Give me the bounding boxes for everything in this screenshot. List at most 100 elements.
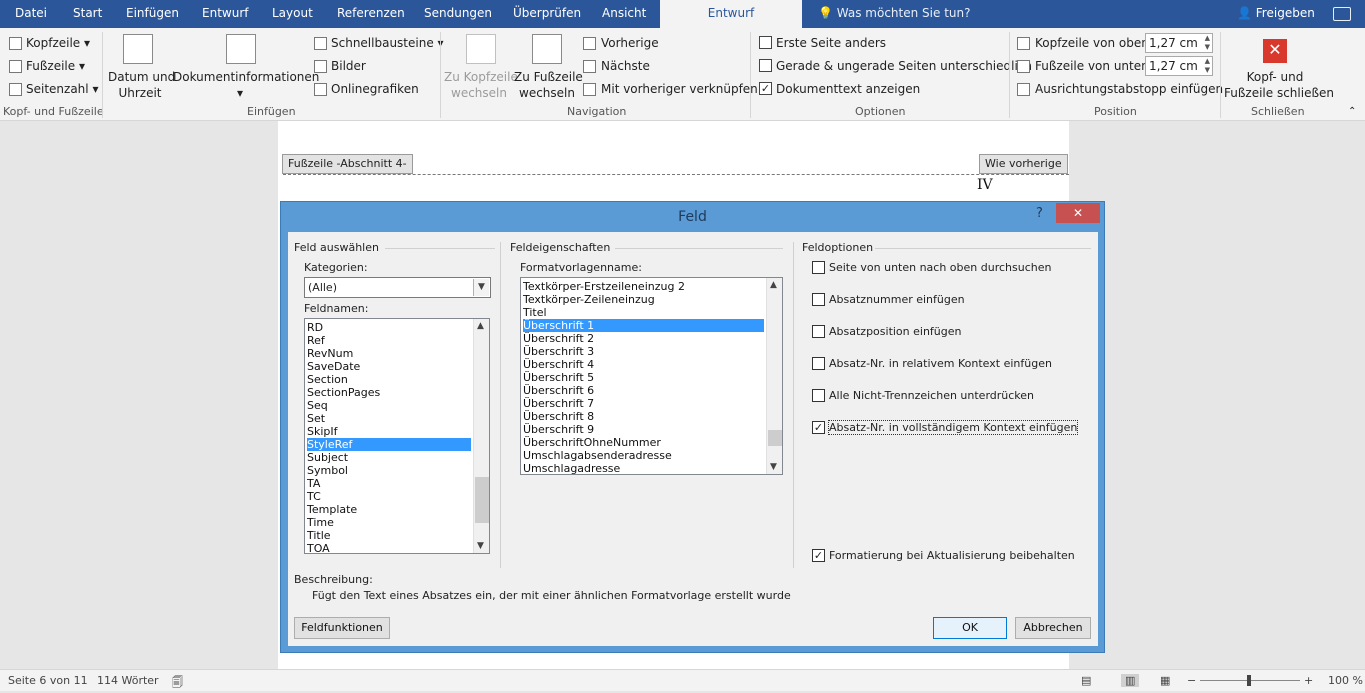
naechste-button[interactable]: Nächste bbox=[601, 58, 650, 74]
tab-datei[interactable]: Datei bbox=[15, 0, 47, 28]
list-item[interactable]: Überschrift 8 bbox=[523, 410, 764, 423]
word-count[interactable]: 114 Wörter bbox=[97, 674, 159, 687]
list-item[interactable]: Überschrift 5 bbox=[523, 371, 764, 384]
fusszeile-button[interactable]: Fußzeile ▾ bbox=[26, 58, 85, 74]
dokumentinformationen-button[interactable]: Dokumentinformationen ▾ bbox=[173, 69, 319, 101]
feldoption-checkbox[interactable] bbox=[812, 293, 825, 306]
list-item[interactable]: ÜberschriftOhneNummer bbox=[523, 436, 764, 449]
list-item[interactable]: Set bbox=[307, 412, 471, 425]
onlinegrafiken-button[interactable]: Onlinegrafiken bbox=[331, 81, 419, 97]
spin-arrows-icon[interactable]: ▲ ▼ bbox=[1205, 57, 1210, 75]
gerade-ungerade-checkbox[interactable] bbox=[759, 59, 772, 72]
tab-entwurf[interactable]: Entwurf bbox=[202, 0, 248, 28]
kopf-fusszeile-schliessen-button[interactable]: Kopf- und Fußzeile schließen bbox=[1224, 69, 1334, 101]
feldoption-checkbox[interactable] bbox=[812, 261, 825, 274]
fusszeile-von-unten-input[interactable]: 1,27 cm ▲ ▼ bbox=[1145, 56, 1213, 76]
zoom-slider-thumb[interactable] bbox=[1247, 675, 1251, 686]
comments-icon[interactable] bbox=[1333, 7, 1351, 21]
feldnamen-scrollbar[interactable]: ▲ ▼ bbox=[473, 319, 489, 553]
zoom-in-icon[interactable]: + bbox=[1304, 674, 1313, 687]
schnellbausteine-button[interactable]: Schnellbausteine ▾ bbox=[331, 35, 444, 51]
list-item[interactable]: Section bbox=[307, 373, 471, 386]
footer-page-number[interactable]: IV bbox=[977, 177, 993, 193]
list-item[interactable]: Time bbox=[307, 516, 471, 529]
collapse-ribbon-icon[interactable]: ⌃ bbox=[1348, 104, 1356, 120]
help-icon[interactable]: ? bbox=[1036, 206, 1043, 221]
list-item[interactable]: Überschrift 1 bbox=[523, 319, 764, 332]
list-item[interactable]: TA bbox=[307, 477, 471, 490]
list-item[interactable]: Title bbox=[307, 529, 471, 542]
feldfunktionen-button[interactable]: Feldfunktionen bbox=[294, 617, 390, 639]
chevron-down-icon[interactable]: ▼ bbox=[473, 279, 489, 296]
list-item[interactable]: SkipIf bbox=[307, 425, 471, 438]
formatvorlagen-scrollbar[interactable]: ▲ ▼ bbox=[766, 278, 782, 474]
tab-entwurf-kopffusszeile[interactable]: Entwurf bbox=[660, 0, 802, 28]
scroll-down-icon[interactable]: ▼ bbox=[770, 462, 777, 472]
abbrechen-button[interactable]: Abbrechen bbox=[1015, 617, 1091, 639]
proofing-icon[interactable]: 🗐 bbox=[172, 674, 183, 693]
page-count[interactable]: Seite 6 von 11 bbox=[8, 674, 88, 687]
formatierung-beibehalten-checkbox[interactable]: ✓ bbox=[812, 549, 825, 562]
mit-vorheriger-verknuepfen-button[interactable]: Mit vorheriger verknüpfen bbox=[601, 81, 758, 97]
list-item[interactable]: Überschrift 2 bbox=[523, 332, 764, 345]
scroll-up-icon[interactable]: ▲ bbox=[477, 321, 484, 331]
seitenzahl-button[interactable]: Seitenzahl ▾ bbox=[26, 81, 98, 97]
tab-start[interactable]: Start bbox=[73, 0, 102, 28]
vorherige-button[interactable]: Vorherige bbox=[601, 35, 659, 51]
kopfzeile-button[interactable]: Kopfzeile ▾ bbox=[26, 35, 90, 51]
erste-seite-anders-checkbox[interactable] bbox=[759, 36, 772, 49]
list-item[interactable]: RevNum bbox=[307, 347, 471, 360]
tab-ueberpruefen[interactable]: Überprüfen bbox=[513, 0, 581, 28]
list-item[interactable]: Symbol bbox=[307, 464, 471, 477]
dokumenttext-anzeigen-checkbox[interactable]: ✓ bbox=[759, 82, 772, 95]
read-mode-icon[interactable]: ▤ bbox=[1081, 674, 1091, 687]
list-item[interactable]: TC bbox=[307, 490, 471, 503]
spin-arrows-icon[interactable]: ▲ ▼ bbox=[1205, 34, 1210, 52]
list-item[interactable]: Überschrift 3 bbox=[523, 345, 764, 358]
scrollbar-thumb[interactable] bbox=[475, 477, 489, 523]
tell-me-search[interactable]: 💡 Was möchten Sie tun? bbox=[818, 0, 970, 28]
ausrichtungstabstopp-button[interactable]: Ausrichtungstabstopp einfügen bbox=[1035, 81, 1223, 97]
feldoption-checkbox[interactable] bbox=[812, 389, 825, 402]
scroll-down-icon[interactable]: ▼ bbox=[477, 541, 484, 551]
kategorien-select[interactable]: (Alle) ▼ bbox=[304, 277, 491, 298]
list-item[interactable]: Subject bbox=[307, 451, 471, 464]
tab-layout[interactable]: Layout bbox=[272, 0, 313, 28]
list-item[interactable]: Überschrift 6 bbox=[523, 384, 764, 397]
scrollbar-thumb[interactable] bbox=[768, 430, 782, 446]
list-item[interactable]: RD bbox=[307, 321, 471, 334]
web-layout-icon[interactable]: ▦ bbox=[1160, 674, 1170, 687]
list-item[interactable]: SectionPages bbox=[307, 386, 471, 399]
bilder-button[interactable]: Bilder bbox=[331, 58, 366, 74]
list-item[interactable]: Textkörper-Zeileneinzug bbox=[523, 293, 764, 306]
share-button[interactable]: 👤 Freigeben bbox=[1237, 0, 1315, 28]
feldoption-checkbox[interactable]: ✓ bbox=[812, 421, 825, 434]
tab-sendungen[interactable]: Sendungen bbox=[424, 0, 492, 28]
zu-kopfzeile-button[interactable]: Zu Kopfzeile wechseln bbox=[444, 69, 518, 101]
tab-referenzen[interactable]: Referenzen bbox=[337, 0, 405, 28]
feldoption-checkbox[interactable] bbox=[812, 325, 825, 338]
zoom-out-icon[interactable]: − bbox=[1187, 674, 1196, 687]
list-item[interactable]: Überschrift 4 bbox=[523, 358, 764, 371]
formatvorlagen-list[interactable]: ▲ ▼ Textkörper-Erstzeileneinzug 2 Textkörp… bbox=[520, 277, 783, 475]
ok-button[interactable]: OK bbox=[933, 617, 1007, 639]
list-item[interactable]: Seq bbox=[307, 399, 471, 412]
tab-ansicht[interactable]: Ansicht bbox=[602, 0, 646, 28]
scroll-up-icon[interactable]: ▲ bbox=[770, 280, 777, 290]
tab-einfuegen[interactable]: Einfügen bbox=[126, 0, 179, 28]
list-item[interactable]: Ref bbox=[307, 334, 471, 347]
list-item[interactable]: Überschrift 7 bbox=[523, 397, 764, 410]
list-item[interactable]: Überschrift 9 bbox=[523, 423, 764, 436]
dialog-close-button[interactable]: ✕ bbox=[1056, 203, 1100, 223]
kopfzeile-von-oben-input[interactable]: 1,27 cm ▲ ▼ bbox=[1145, 33, 1213, 53]
list-item[interactable]: Template bbox=[307, 503, 471, 516]
list-item[interactable]: SaveDate bbox=[307, 360, 471, 373]
list-item[interactable]: StyleRef bbox=[307, 438, 471, 451]
list-item[interactable]: TOA bbox=[307, 542, 471, 553]
list-item[interactable]: Umschlagadresse bbox=[523, 462, 764, 474]
list-item[interactable]: Titel bbox=[523, 306, 764, 319]
print-layout-icon[interactable]: ▥ bbox=[1121, 674, 1140, 687]
zu-fusszeile-button[interactable]: Zu Fußzeile wechseln bbox=[514, 69, 583, 101]
list-item[interactable]: Umschlagabsenderadresse bbox=[523, 449, 764, 462]
zoom-level[interactable]: 100 % bbox=[1328, 674, 1363, 687]
